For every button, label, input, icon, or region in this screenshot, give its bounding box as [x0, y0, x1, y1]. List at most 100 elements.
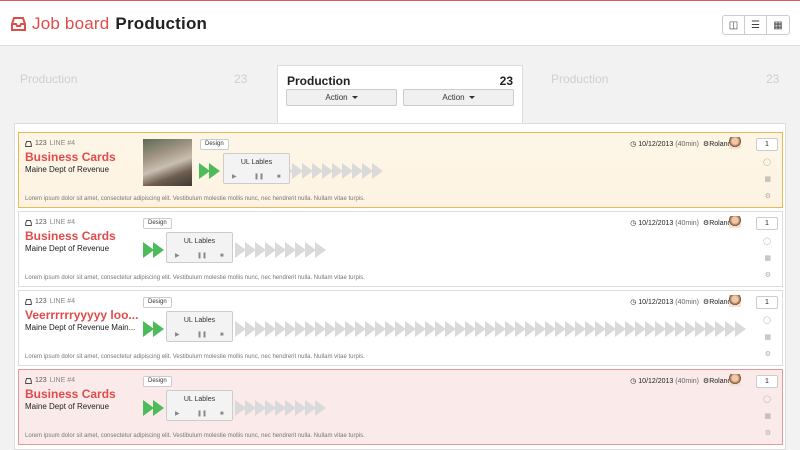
- comment-icon[interactable]: ◯: [763, 396, 771, 404]
- progress-step-todo: [335, 321, 346, 337]
- progress-step-todo: [425, 321, 436, 337]
- calendar-icon[interactable]: ▦: [764, 334, 771, 342]
- job-title[interactable]: Business Cards: [25, 229, 116, 243]
- job-title[interactable]: Business Cards: [25, 387, 116, 401]
- progress-step-todo: [385, 321, 396, 337]
- progress-step-todo: [525, 321, 536, 337]
- job-title[interactable]: Veerrrrrryyyyy loo...: [25, 308, 138, 322]
- action-button-2[interactable]: Action: [403, 89, 514, 106]
- calendar-icon[interactable]: ▦: [764, 255, 771, 263]
- media-player: UL Lables ▶ ❚❚ ■: [166, 390, 233, 421]
- job-meta: ◷ 10/12/2013 (40min) ⚙Roland: [630, 298, 745, 306]
- settings-icon[interactable]: ⚙: [765, 193, 771, 201]
- stop-icon[interactable]: ■: [220, 253, 224, 259]
- pause-icon[interactable]: ❚❚: [197, 331, 207, 338]
- progress-step-todo: [445, 321, 456, 337]
- progress-step-todo: [255, 242, 266, 258]
- settings-icon[interactable]: ⚙: [765, 351, 771, 359]
- job-date: 10/12/2013: [638, 141, 674, 148]
- job-card[interactable]: 123 LINE #4 Business Cards Maine Dept of…: [18, 132, 783, 208]
- progress-step-todo: [342, 163, 353, 179]
- pause-icon[interactable]: ❚❚: [254, 173, 264, 180]
- stop-icon[interactable]: ■: [220, 411, 224, 417]
- job-title[interactable]: Business Cards: [25, 150, 116, 164]
- media-player: UL Lables ▶ ❚❚ ■: [166, 232, 233, 263]
- quantity-field[interactable]: 1: [756, 375, 778, 388]
- stop-icon[interactable]: ■: [277, 174, 281, 180]
- progress-step-todo: [715, 321, 726, 337]
- quantity-field[interactable]: 1: [756, 138, 778, 151]
- player-label: UL Lables: [183, 317, 216, 324]
- comment-icon[interactable]: ◯: [763, 317, 771, 325]
- list-icon: ☰: [751, 19, 760, 31]
- avatar[interactable]: [729, 137, 741, 149]
- job-meta: ◷ 10/12/2013 (40min) ⚙Roland: [630, 219, 745, 227]
- play-icon[interactable]: ▶: [232, 173, 237, 180]
- progress-step-todo: [265, 400, 276, 416]
- play-icon[interactable]: ▶: [175, 410, 180, 417]
- play-icon[interactable]: ▶: [175, 331, 180, 338]
- progress-step-todo: [332, 163, 343, 179]
- column-right[interactable]: Production 23: [551, 72, 781, 86]
- pause-icon[interactable]: ❚❚: [197, 410, 207, 417]
- columns-view-button[interactable]: ◫: [723, 16, 745, 34]
- settings-icon[interactable]: ⚙: [765, 272, 771, 280]
- comment-icon[interactable]: ◯: [763, 238, 771, 246]
- progress-step-todo: [295, 400, 306, 416]
- job-duration: (40min): [675, 299, 700, 306]
- caret-down-icon: [468, 96, 475, 99]
- top-bar: Job board Production ◫ ☰ ▦: [0, 0, 800, 46]
- calendar-icon[interactable]: ▦: [764, 413, 771, 421]
- brand[interactable]: Job board Production: [11, 14, 207, 34]
- progress-step-todo: [285, 242, 296, 258]
- progress-step-todo: [245, 400, 256, 416]
- quantity-field[interactable]: 1: [756, 296, 778, 309]
- job-date: 10/12/2013: [638, 220, 674, 227]
- progress-step-done: [153, 400, 164, 416]
- progress-step-todo: [255, 400, 266, 416]
- media-player: UL Lables ▶ ❚❚ ■: [223, 153, 290, 184]
- job-card[interactable]: 123 LINE #4 Business Cards Maine Dept of…: [18, 369, 783, 445]
- job-meta: ◷ 10/12/2013 (40min) ⚙Roland: [630, 377, 745, 385]
- settings-icon[interactable]: ⚙: [765, 430, 771, 438]
- job-description: Lorem ipsum dolor sit amet, consectetur …: [25, 275, 365, 281]
- caret-down-icon: [351, 96, 358, 99]
- avatar[interactable]: [729, 216, 741, 228]
- table-view-button[interactable]: ▦: [767, 16, 789, 34]
- job-thumbnail[interactable]: [143, 139, 192, 186]
- progress-step-todo: [372, 163, 383, 179]
- clock-icon: ◷: [630, 378, 637, 385]
- avatar[interactable]: [729, 295, 741, 307]
- player-label: UL Lables: [183, 238, 216, 245]
- table-icon: ▦: [773, 19, 783, 31]
- comment-icon[interactable]: ◯: [763, 159, 771, 167]
- play-icon[interactable]: ▶: [175, 252, 180, 259]
- stage-tag[interactable]: Design: [143, 218, 172, 229]
- quantity-field[interactable]: 1: [756, 217, 778, 230]
- inbox-icon: [25, 377, 32, 384]
- calendar-icon[interactable]: ▦: [764, 176, 771, 184]
- stage-tag[interactable]: Design: [200, 139, 229, 150]
- board-name: Production: [115, 14, 208, 33]
- job-card[interactable]: 123 LINE #4 Veerrrrrryyyyy loo... Maine …: [18, 290, 783, 366]
- stop-icon[interactable]: ■: [220, 332, 224, 338]
- job-line: LINE #4: [49, 377, 75, 384]
- progress-step-todo: [575, 321, 586, 337]
- progress-step-done: [153, 242, 164, 258]
- progress-step-todo: [292, 163, 303, 179]
- column-left[interactable]: Production 23: [20, 72, 250, 86]
- job-id: 123: [35, 219, 47, 226]
- card-header: 123 LINE #4: [25, 377, 75, 384]
- column-left-count: 23: [234, 72, 248, 86]
- avatar[interactable]: [729, 374, 741, 386]
- progress-step-todo: [312, 163, 323, 179]
- action-button-1[interactable]: Action: [286, 89, 397, 106]
- stage-tag[interactable]: Design: [143, 297, 172, 308]
- progress-step-todo: [305, 242, 316, 258]
- job-card[interactable]: 123 LINE #4 Business Cards Maine Dept of…: [18, 211, 783, 287]
- list-view-button[interactable]: ☰: [745, 16, 767, 34]
- stage-tag[interactable]: Design: [143, 376, 172, 387]
- pause-icon[interactable]: ❚❚: [197, 252, 207, 259]
- progress-step-todo: [265, 321, 276, 337]
- job-duration: (40min): [675, 141, 700, 148]
